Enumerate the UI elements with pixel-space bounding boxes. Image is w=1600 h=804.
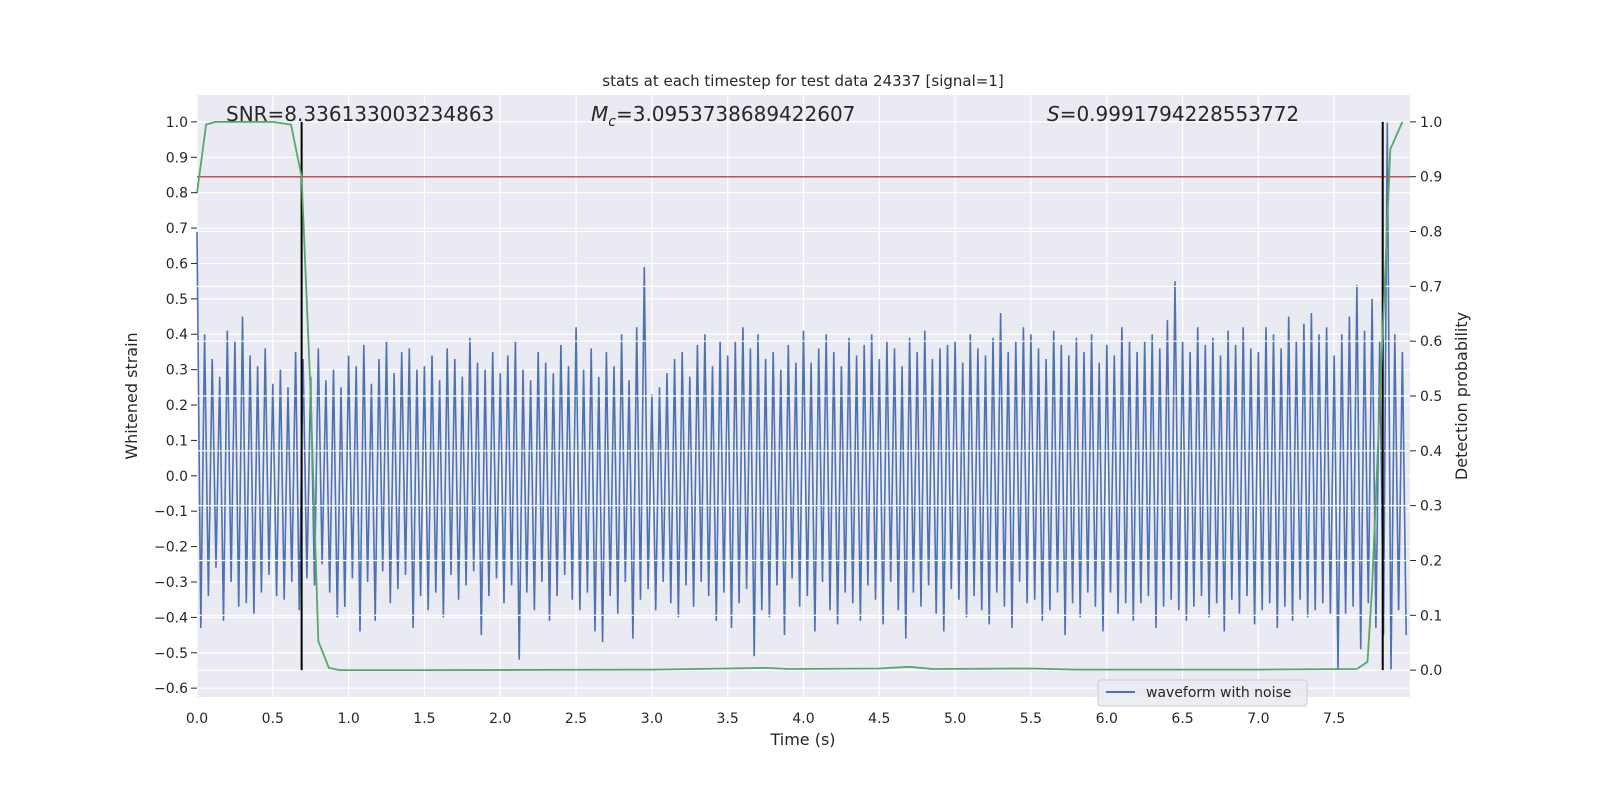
x-tick-label: 4.0: [792, 711, 814, 727]
y-tick-label: 0.8: [166, 186, 188, 202]
chart: 1.0 0.9 0.8 0.7 0.6 0.5 0.4 0.3 0.2 0.1 0.0 −0.1 −0.…: [122, 72, 1471, 749]
y2-tick-label: 0.1: [1420, 608, 1442, 624]
x-tick-label: 6.0: [1096, 711, 1118, 727]
x-tick-label: 3.0: [641, 711, 663, 727]
y-tick-label: −0.1: [154, 504, 188, 520]
x-axis-label: Time (s): [769, 730, 835, 749]
x-tick-label: 3.5: [717, 711, 739, 727]
y-tick-label: −0.3: [154, 575, 188, 591]
y2-tick-label: 0.9: [1420, 170, 1442, 186]
y-tick-label: −0.2: [154, 540, 188, 556]
y2-tick-label: 0.3: [1420, 499, 1442, 515]
x-tick-label: 1.0: [337, 711, 359, 727]
y-tick-label: 0.5: [166, 292, 188, 308]
y-tick-label: 1.0: [166, 115, 188, 131]
mc-value: =3.0953738689422607: [616, 102, 855, 126]
legend-label: waveform with noise: [1146, 685, 1291, 701]
y-axis-label: Whitened strain: [122, 332, 141, 459]
x-tick-label: 0.0: [186, 711, 208, 727]
legend[interactable]: waveform with noise: [1097, 679, 1308, 707]
y-tick-label: 0.9: [166, 150, 188, 166]
y-tick-label: −0.5: [154, 646, 188, 662]
y2-tick-label: 0.8: [1420, 225, 1442, 241]
y-tick-label: 0.3: [166, 363, 188, 379]
x-tick-label: 2.0: [489, 711, 511, 727]
mc-symbol: M: [591, 102, 608, 126]
y-tick-label: 0.0: [166, 469, 188, 485]
y2-tick-label: 0.6: [1420, 334, 1442, 350]
y2-tick-label: 0.5: [1420, 389, 1442, 405]
x-tick-label: 5.0: [944, 711, 966, 727]
y2-tick-label: 1.0: [1420, 115, 1442, 131]
s-annotation: S=0.9991794228553772: [1047, 102, 1299, 126]
y-tick-label: 0.4: [166, 327, 188, 343]
y2-tick-label: 0.2: [1420, 553, 1442, 569]
x-tick-label: 7.0: [1247, 711, 1269, 727]
mc-annotation: Mc=3.0953738689422607: [591, 102, 855, 130]
x-tick-label: 5.5: [1020, 711, 1042, 727]
x-tick-label: 2.5: [565, 711, 587, 727]
y2-tick-label: 0.7: [1420, 279, 1442, 295]
y2-tick-label: 0.4: [1420, 444, 1442, 460]
y-tick-label: −0.4: [154, 610, 188, 626]
y-tick-label: 0.6: [166, 256, 188, 272]
y2-tick-label: 0.0: [1420, 663, 1442, 679]
s-value: =0.9991794228553772: [1060, 102, 1299, 126]
x-tick-label: 7.5: [1323, 711, 1345, 727]
x-tick-label: 1.5: [413, 711, 435, 727]
y-tick-label: 0.1: [166, 433, 188, 449]
y-tick-label: −0.6: [154, 681, 188, 697]
x-tick-label: 0.5: [262, 711, 284, 727]
x-tick-label: 6.5: [1171, 711, 1193, 727]
y2-axis-label: Detection probability: [1452, 312, 1471, 480]
chart-title: stats at each timestep for test data 243…: [602, 72, 1003, 90]
s-symbol: S: [1047, 102, 1060, 126]
y-tick-label: 0.7: [166, 221, 188, 237]
snr-annotation: SNR=8.336133003234863: [226, 102, 494, 126]
y-tick-label: 0.2: [166, 398, 188, 414]
x-tick-label: 4.5: [868, 711, 890, 727]
